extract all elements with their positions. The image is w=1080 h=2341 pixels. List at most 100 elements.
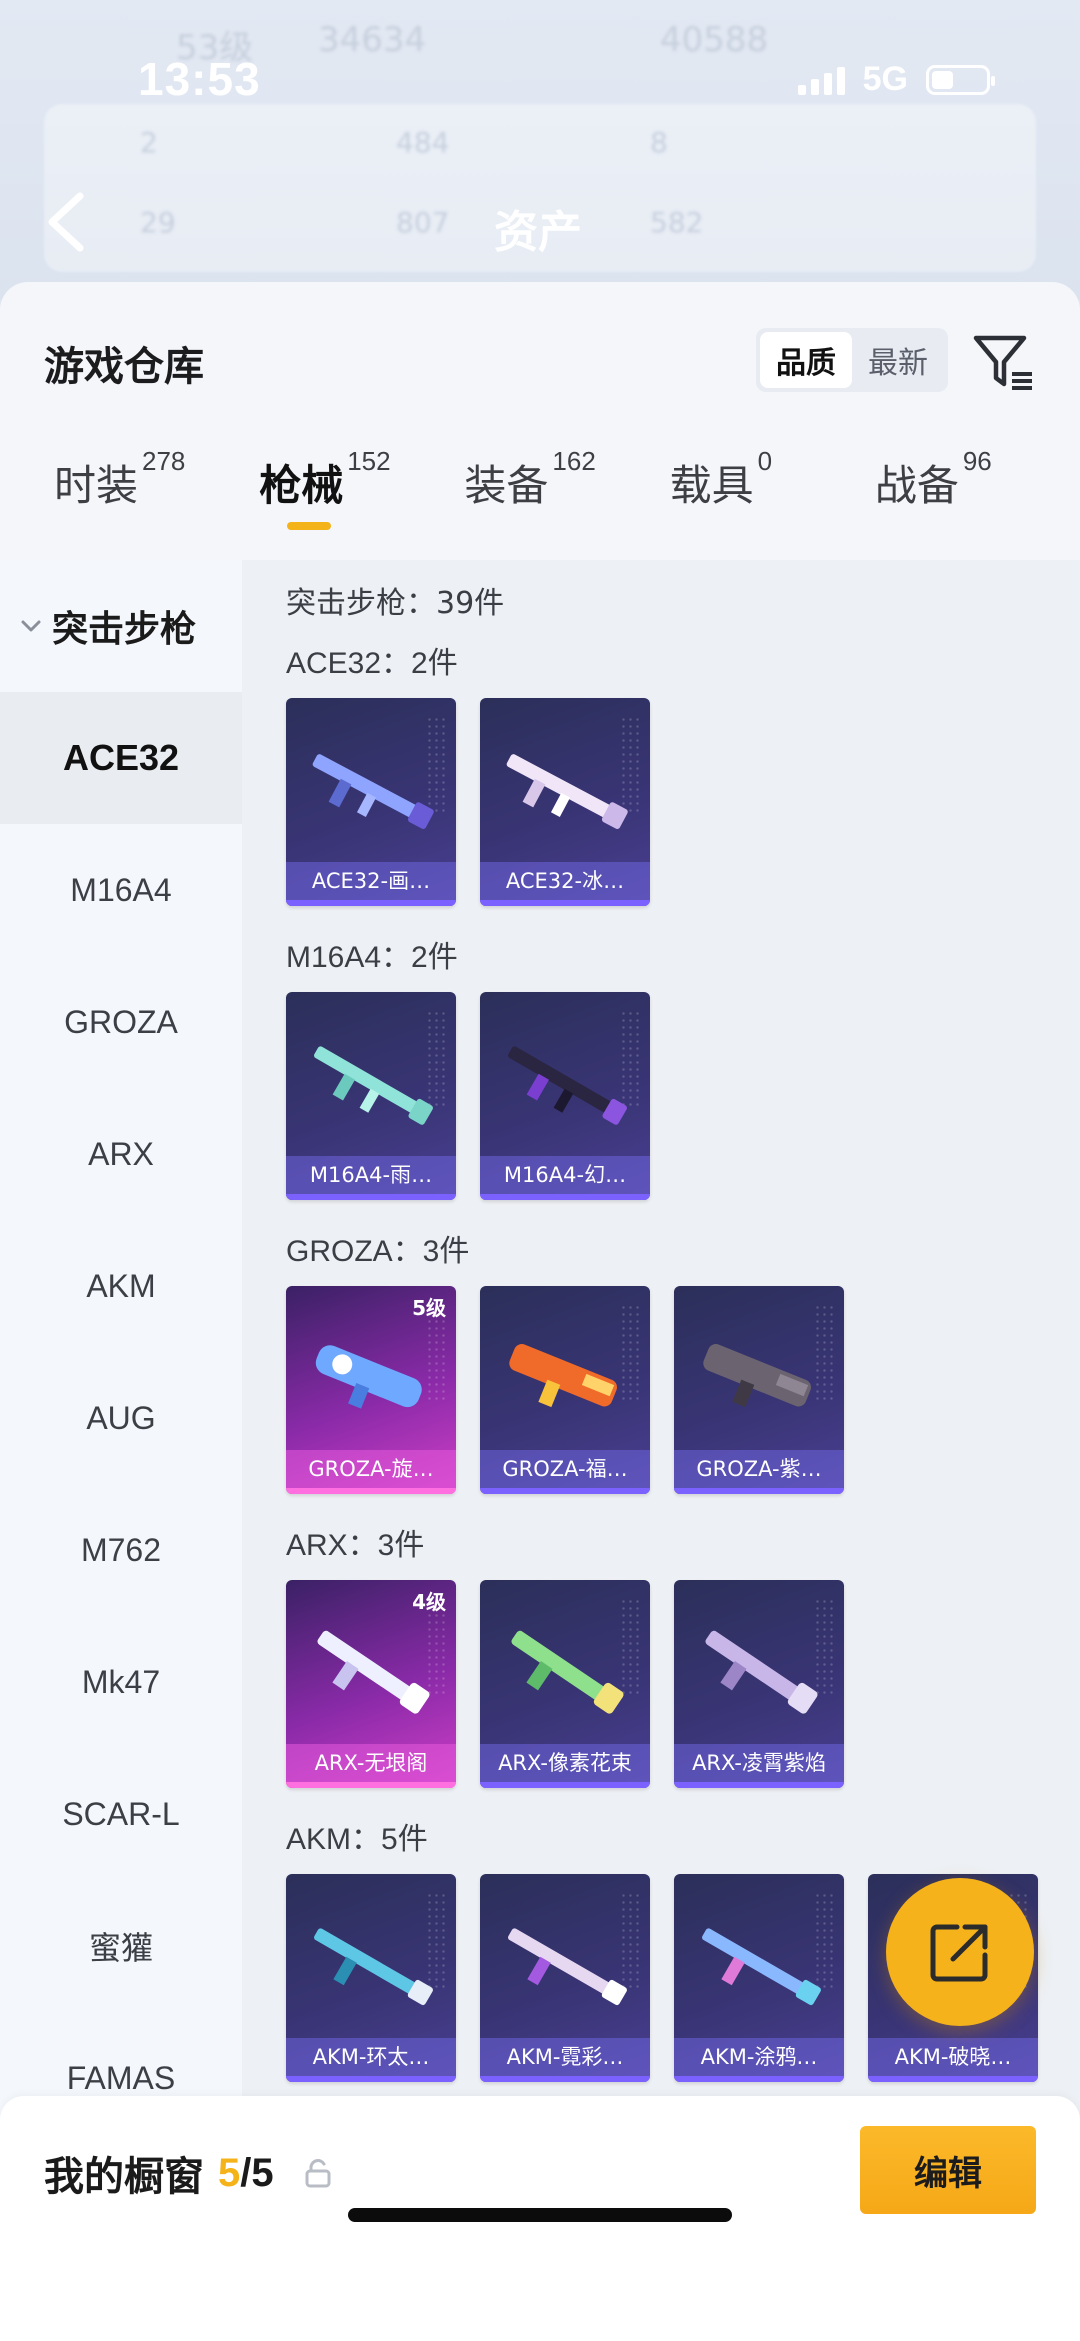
bg-stat: 8 bbox=[650, 126, 668, 159]
weapon-card[interactable]: GROZA-福… bbox=[480, 1286, 650, 1494]
group-label: ACE32：2件 bbox=[286, 647, 458, 680]
rifle-icon bbox=[702, 1928, 821, 2006]
weapon-card[interactable]: ARX-像素花束 bbox=[480, 1580, 650, 1788]
bg-coin-text: 34634 bbox=[318, 20, 427, 60]
tab-label: 载具 bbox=[669, 461, 754, 510]
weapon-name: GROZA-福… bbox=[480, 1450, 650, 1488]
weapon-name: M16A4-幻… bbox=[480, 1156, 650, 1194]
weapon-card[interactable]: AKM-霓彩… bbox=[480, 1874, 650, 2082]
weapon-name: ARX-像素花束 bbox=[480, 1744, 650, 1782]
sidebar-item-ace32[interactable]: ACE32 bbox=[0, 692, 242, 824]
sidebar-item-m762[interactable]: M762 bbox=[0, 1484, 242, 1616]
sidebar-item-mk47[interactable]: Mk47 bbox=[0, 1616, 242, 1748]
bg-stat: 807 bbox=[396, 206, 450, 239]
showcase-current-count: 5 bbox=[218, 2150, 241, 2195]
battery-icon bbox=[926, 64, 995, 95]
weapon-card[interactable]: ACE32-冰… bbox=[480, 698, 650, 906]
sheet-header: 游戏仓库 品质 最新 bbox=[0, 282, 1080, 422]
edit-button[interactable]: 编辑 bbox=[860, 2126, 1036, 2214]
category-tabs: 时装 278 枪械 152 装备 162 载具 0 战备 96 bbox=[0, 422, 1080, 560]
weapon-group-m16a4: M16A4：2件 M16A4-雨… M16A4-幻… bbox=[286, 932, 1080, 1200]
rifle-icon bbox=[314, 1928, 433, 2006]
tab-count: 96 bbox=[962, 446, 992, 476]
weapon-level-badge: 5级 bbox=[412, 1296, 446, 1320]
sidebar-item-aug[interactable]: AUG bbox=[0, 1352, 242, 1484]
sidebar-item-scar-l[interactable]: SCAR-L bbox=[0, 1748, 242, 1880]
share-fab[interactable] bbox=[886, 1878, 1034, 2026]
back-arrow-icon[interactable] bbox=[40, 190, 92, 254]
weapon-name: ARX-无垠阁 bbox=[286, 1744, 456, 1782]
group-label: GROZA：3件 bbox=[286, 1235, 470, 1268]
rifle-icon bbox=[508, 1928, 627, 2006]
bg-stat: 484 bbox=[396, 126, 450, 159]
bg-score-text: 40588 bbox=[660, 20, 769, 60]
rifle-icon bbox=[509, 1344, 617, 1408]
network-label: 5G bbox=[862, 60, 908, 98]
external-share-icon bbox=[930, 1924, 988, 1982]
home-indicator bbox=[348, 2208, 732, 2222]
rifle-icon bbox=[312, 754, 434, 829]
tab-supplies[interactable]: 战备 96 bbox=[875, 422, 1080, 560]
content-split: 突击步枪 ACE32 M16A4 GROZA ARX AKM AUG M762 … bbox=[0, 560, 1080, 2341]
status-time: 13:53 bbox=[138, 53, 261, 105]
weapon-card[interactable]: 4级 ARX-无垠阁 bbox=[286, 1580, 456, 1788]
weapon-card[interactable]: M16A4-幻… bbox=[480, 992, 650, 1200]
weapon-name: ACE32-冰… bbox=[480, 862, 650, 900]
weapon-card[interactable]: GROZA-紫… bbox=[674, 1286, 844, 1494]
tab-fashion[interactable]: 时装 278 bbox=[54, 422, 259, 560]
active-tab-indicator bbox=[287, 522, 332, 530]
tab-firearms[interactable]: 枪械 152 bbox=[259, 422, 464, 560]
weapon-name: AKM-破晓… bbox=[868, 2038, 1038, 2076]
status-icons: 5G bbox=[797, 60, 995, 99]
sort-toggle: 品质 最新 bbox=[756, 328, 948, 392]
rifle-icon bbox=[511, 1630, 624, 1714]
sidebar-item-honey-badger[interactable]: 蜜獾 bbox=[0, 1880, 242, 2012]
rifle-icon bbox=[703, 1344, 811, 1408]
weapon-card[interactable]: ARX-凌霄紫焰 bbox=[674, 1580, 844, 1788]
rifle-icon bbox=[315, 1345, 422, 1409]
sidebar-category-label: 突击步枪 bbox=[52, 609, 197, 650]
sidebar-item-groza[interactable]: GROZA bbox=[0, 956, 242, 1088]
weapon-card[interactable]: AKM-涂鸦… bbox=[674, 1874, 844, 2082]
tab-count: 278 bbox=[142, 446, 186, 476]
weapon-grid: 突击步枪：39件 ACE32：2件 ACE32-画… ACE32-冰… M16A… bbox=[242, 560, 1080, 2341]
weapon-card[interactable]: M16A4-雨… bbox=[286, 992, 456, 1200]
showcase-total-count: /5 bbox=[240, 2150, 274, 2195]
weapon-group-ace32: ACE32：2件 ACE32-画… ACE32-冰… bbox=[286, 638, 1080, 906]
group-label: AKM：5件 bbox=[286, 1823, 428, 1856]
tab-label: 时装 bbox=[54, 461, 139, 510]
showcase-label: 我的橱窗 bbox=[44, 2154, 204, 2200]
weapon-level-badge: 4级 bbox=[412, 1590, 446, 1614]
sidebar-item-arx[interactable]: ARX bbox=[0, 1088, 242, 1220]
bg-stat: 582 bbox=[650, 206, 704, 239]
sort-quality-option[interactable]: 品质 bbox=[760, 332, 852, 388]
chevron-down-icon bbox=[21, 620, 41, 632]
sidebar-item-akm[interactable]: AKM bbox=[0, 1220, 242, 1352]
lock-icon bbox=[305, 2159, 331, 2188]
background-header: 53级 34634 40588 2 484 8 29 807 582 13:53… bbox=[0, 0, 1080, 300]
tab-count: 152 bbox=[347, 446, 391, 476]
filter-icon[interactable] bbox=[970, 328, 1036, 394]
sort-newest-option[interactable]: 最新 bbox=[852, 332, 944, 388]
rifle-icon bbox=[317, 1630, 430, 1714]
sidebar-item-m16a4[interactable]: M16A4 bbox=[0, 824, 242, 956]
weapon-name: GROZA-旋… bbox=[286, 1450, 456, 1488]
total-count-label: 突击步枪：39件 bbox=[286, 586, 505, 621]
weapon-group-groza: GROZA：3件 5级 GROZA-旋… GROZA-福… GROZA-紫… bbox=[286, 1226, 1080, 1494]
weapon-name: AKM-涂鸦… bbox=[674, 2038, 844, 2076]
weapon-name: ACE32-画… bbox=[286, 862, 456, 900]
rifle-icon bbox=[508, 1046, 627, 1125]
tab-label: 枪械 bbox=[259, 461, 344, 510]
tab-label: 装备 bbox=[464, 461, 549, 510]
weapon-card[interactable]: AKM-环太… bbox=[286, 1874, 456, 2082]
tab-equipment[interactable]: 装备 162 bbox=[464, 422, 669, 560]
sheet-title: 游戏仓库 bbox=[44, 344, 204, 390]
weapon-card[interactable]: 5级 GROZA-旋… bbox=[286, 1286, 456, 1494]
app-screen: 53级 34634 40588 2 484 8 29 807 582 13:53… bbox=[0, 0, 1080, 2341]
sidebar-category-header[interactable]: 突击步枪 bbox=[0, 560, 242, 692]
tab-vehicles[interactable]: 载具 0 bbox=[670, 422, 875, 560]
weapon-card[interactable]: ACE32-画… bbox=[286, 698, 456, 906]
weapon-name: AKM-环太… bbox=[286, 2038, 456, 2076]
tab-count: 0 bbox=[757, 446, 773, 476]
weapon-name: ARX-凌霄紫焰 bbox=[674, 1744, 844, 1782]
